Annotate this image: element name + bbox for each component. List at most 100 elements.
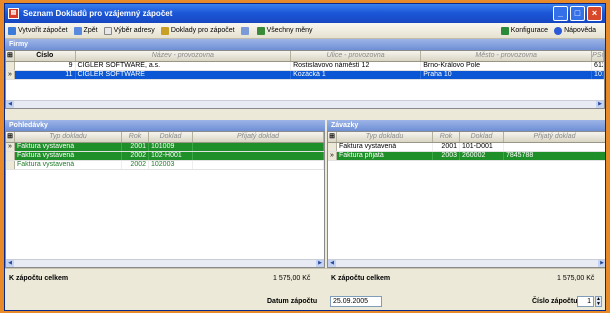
offset-number-label: Číslo zápočtu <box>532 298 578 305</box>
col-year[interactable]: Rok <box>122 132 149 142</box>
firm-street: Kozácká 1 <box>291 71 422 79</box>
col-street[interactable]: Ulice - provozovna <box>291 51 422 61</box>
col-doc-type[interactable]: Typ dokladu <box>15 132 122 142</box>
receivable-row[interactable]: » Faktura vystavená 2001 101009 <box>6 143 324 152</box>
col-number[interactable]: Číslo <box>15 51 76 61</box>
firms-horizontal-scrollbar[interactable]: ◀ ▶ <box>6 100 604 108</box>
number-spinner[interactable]: ▲ ▼ <box>595 296 602 307</box>
firms-grid-header: ⊞ Číslo Název - provozovna Ulice - provo… <box>6 51 604 62</box>
receivables-total-label: K zápočtu celkem <box>9 275 69 282</box>
scroll-right-icon[interactable]: ▶ <box>596 101 604 108</box>
col-city[interactable]: Město - provozovna <box>421 51 593 61</box>
receivables-pane: Pohledávky ⊞ Typ dokladu Rok Doklad Přij… <box>5 120 325 268</box>
doc-year: 2002 <box>122 152 149 160</box>
doc-number: 101009 <box>149 143 193 151</box>
receivables-total-value: 1 575,00 Kč <box>273 275 311 282</box>
doc-type: Faktura vystavená <box>15 143 122 151</box>
row-indicator-header: ⊞ <box>6 51 15 61</box>
help-button[interactable]: Nápověda <box>554 26 596 35</box>
create-offset-button[interactable]: Vytvořit zápočet <box>8 26 68 35</box>
configuration-label: Konfigurace <box>510 27 549 34</box>
firm-name: CIGLER SOFTWARE <box>76 71 292 79</box>
row-indicator: » <box>6 143 15 151</box>
minimize-button[interactable]: _ <box>553 6 568 21</box>
firms-section-header: Firmy <box>5 39 605 50</box>
firm-number: 11 <box>15 71 76 79</box>
all-currencies-button[interactable]: Všechny měny <box>256 26 313 35</box>
close-button[interactable]: × <box>587 6 602 21</box>
documents-icon <box>160 26 169 35</box>
gear-icon <box>500 26 509 35</box>
doc-received <box>193 152 324 160</box>
doc-number: 102003 <box>149 161 193 169</box>
col-year[interactable]: Rok <box>433 132 460 142</box>
receivables-grid-header: ⊞ Typ dokladu Rok Doklad Přijatý doklad <box>6 132 324 143</box>
firm-row-selected[interactable]: » 11 CIGLER SOFTWARE Kozácká 1 Praha 10 … <box>6 71 604 80</box>
doc-number: 260002 <box>460 152 504 160</box>
currency-icon <box>256 26 265 35</box>
title-bar: ▤ Seznam Dokladů pro vzájemný zápočet _ … <box>5 4 605 23</box>
col-received-doc[interactable]: Přijatý doklad <box>504 132 605 142</box>
liabilities-grid: ⊞ Typ dokladu Rok Doklad Přijatý doklad … <box>327 131 605 268</box>
all-currencies-label: Všechny měny <box>266 27 313 34</box>
doc-type: Faktura vystavená <box>15 161 122 169</box>
col-name[interactable]: Název - provozovna <box>76 51 292 61</box>
configuration-button[interactable]: Konfigurace <box>500 26 549 35</box>
doc-number: 101-D001 <box>460 143 504 151</box>
receivables-horizontal-scrollbar[interactable]: ◀ ▶ <box>6 259 324 267</box>
select-address-label: Výběr adresy <box>113 27 155 34</box>
doc-year: 2001 <box>122 143 149 151</box>
firm-street: Rostislavovo náměstí 12 <box>291 62 422 70</box>
row-indicator-header: ⊞ <box>328 132 337 142</box>
select-address-button[interactable]: Výběr adresy <box>103 26 155 35</box>
doc-type: Faktura vystavená <box>15 152 122 160</box>
date-label: Datum zápočtu <box>267 298 318 305</box>
row-indicator: » <box>6 71 15 79</box>
window-title: Seznam Dokladů pro vzájemný zápočet <box>23 9 173 18</box>
doc-year: 2001 <box>433 143 460 151</box>
documents-for-offset-button[interactable]: Doklady pro zápočet <box>160 26 235 35</box>
receivables-header: Pohledávky <box>5 120 325 131</box>
row-indicator: » <box>328 152 337 160</box>
doc-year: 2002 <box>122 161 149 169</box>
offset-number-input[interactable]: 1 <box>577 296 594 307</box>
col-doc[interactable]: Doklad <box>460 132 504 142</box>
scroll-left-icon[interactable]: ◀ <box>6 101 14 108</box>
receivable-row[interactable]: Faktura vystavená 2002 102-H001 <box>6 152 324 161</box>
liability-row-selected[interactable]: » Faktura přijatá 2003 260002 7845788 <box>328 152 605 161</box>
receivables-grid: ⊞ Typ dokladu Rok Doklad Přijatý doklad … <box>5 131 325 268</box>
liabilities-header: Závazky <box>327 120 605 131</box>
firm-row[interactable]: 9 CIGLER SOFTWARE, a.s. Rostislavovo nám… <box>6 62 604 71</box>
liabilities-total-label: K zápočtu celkem <box>331 275 391 282</box>
doc-type: Faktura přijatá <box>337 152 433 160</box>
firm-name: CIGLER SOFTWARE, a.s. <box>76 62 292 70</box>
date-input[interactable]: 25.09.2005 <box>330 296 382 307</box>
footer-panel: K zápočtu celkem 1 575,00 Kč K zápočtu c… <box>5 268 605 310</box>
back-label: Zpět <box>83 27 98 34</box>
receivable-row[interactable]: Faktura vystavená 2002 102003 <box>6 161 324 170</box>
doc-received <box>193 161 324 169</box>
scroll-left-icon[interactable]: ◀ <box>6 260 14 267</box>
scroll-left-icon[interactable]: ◀ <box>328 260 336 267</box>
maximize-button[interactable]: □ <box>570 6 585 21</box>
liabilities-horizontal-scrollbar[interactable]: ◀ ▶ <box>328 259 605 267</box>
col-zip[interactable]: PSČ <box>592 51 604 61</box>
documents-for-offset-label: Doklady pro zápočet <box>170 27 235 34</box>
row-indicator <box>6 161 15 169</box>
edit-button[interactable] <box>240 26 251 35</box>
toolbar: Vytvořit zápočet Zpět Výběr adresy Dokla… <box>5 23 605 39</box>
row-indicator <box>328 143 337 151</box>
doc-received: 7845788 <box>504 152 605 160</box>
main-window: ▤ Seznam Dokladů pro vzájemný zápočet _ … <box>4 3 606 311</box>
liabilities-grid-header: ⊞ Typ dokladu Rok Doklad Přijatý doklad <box>328 132 605 143</box>
liability-row[interactable]: Faktura vystavená 2001 101-D001 <box>328 143 605 152</box>
scroll-right-icon[interactable]: ▶ <box>598 260 605 267</box>
col-doc[interactable]: Doklad <box>149 132 193 142</box>
row-indicator <box>6 62 15 70</box>
scroll-right-icon[interactable]: ▶ <box>316 260 324 267</box>
back-button[interactable]: Zpět <box>73 26 98 35</box>
document-list-icon: ▤ <box>8 8 19 19</box>
firms-grid: ⊞ Číslo Název - provozovna Ulice - provo… <box>5 50 605 109</box>
col-received-doc[interactable]: Přijatý doklad <box>193 132 324 142</box>
col-doc-type[interactable]: Typ dokladu <box>337 132 433 142</box>
